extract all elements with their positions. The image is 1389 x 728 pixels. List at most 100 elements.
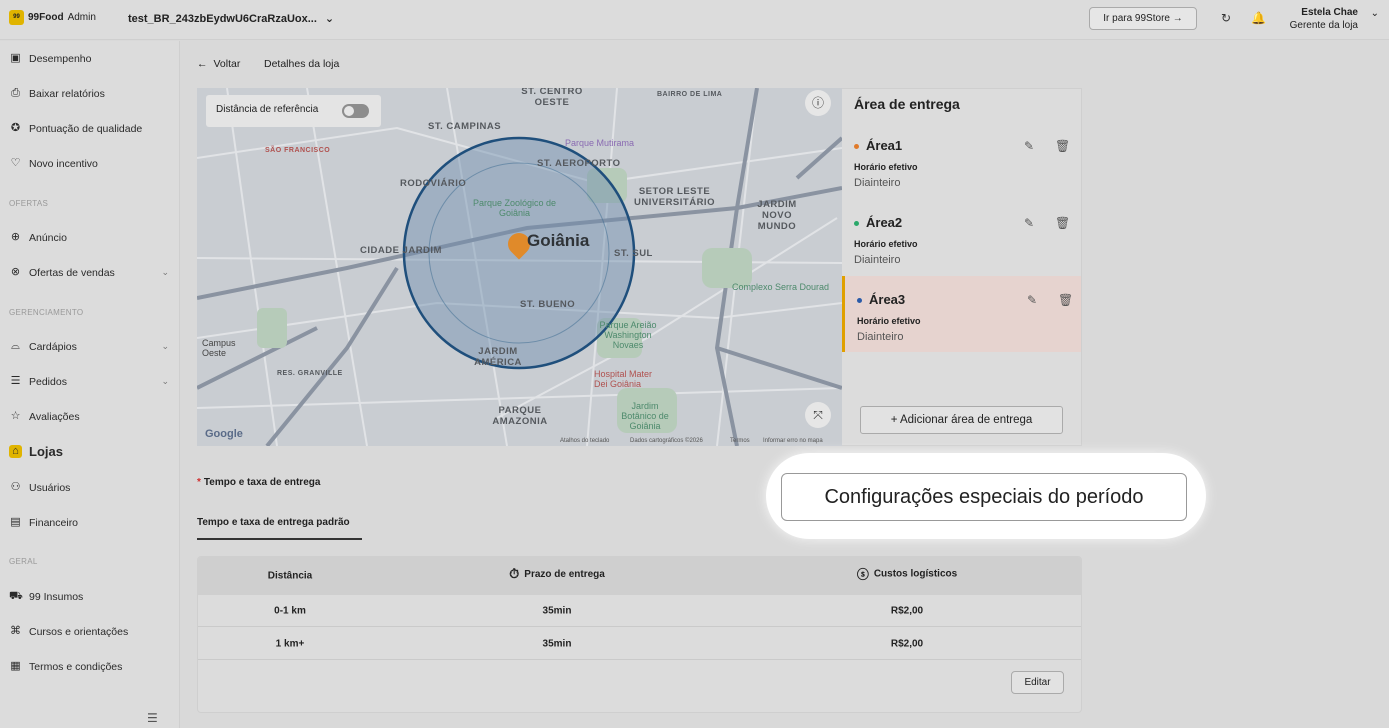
delivery-map[interactable]: Distância de referência ⓘ ⤧ ST. CENTRO O…	[197, 88, 842, 446]
cell-time: 35min	[542, 605, 572, 616]
list-icon: ☰	[10, 375, 21, 387]
header-distance: Distância	[268, 571, 312, 582]
cell-cost: R$2,00	[890, 605, 924, 616]
header-label: Prazo de entrega	[524, 568, 605, 580]
trash-icon[interactable]: 🗑	[1055, 139, 1070, 153]
document-icon: ▦	[10, 660, 21, 672]
map-label: SETOR LESTE UNIVERSITÁRIO	[634, 186, 715, 208]
logo-sub: Admin	[67, 12, 96, 23]
graduation-icon: ⌘	[10, 625, 21, 637]
sidebar-item-cardapios[interactable]: ⌓ Cardápios ⌄	[9, 340, 169, 353]
map-poi: Complexo Serra Dourad	[732, 282, 830, 292]
table-row: 0-1 km 35min R$2,00	[198, 595, 1081, 627]
map-label: SÃO FRANCISCO	[265, 147, 331, 154]
store-icon: ⌂	[9, 445, 22, 458]
sidebar-item-label: Novo incentivo	[29, 157, 98, 170]
user-role: Gerente da loja	[1289, 20, 1358, 31]
sidebar-item-desempenho[interactable]: ▣ Desempenho	[9, 52, 169, 65]
back-link[interactable]: ← Voltar	[197, 58, 240, 70]
sidebar-item-incentivo[interactable]: ♡ Novo incentivo	[9, 157, 169, 170]
trash-icon[interactable]: 🗑	[1055, 216, 1070, 230]
sidebar-section-geral: GERAL	[9, 557, 38, 566]
clock-icon: ⏱	[509, 566, 520, 582]
map-label: RODOVIÁRIO	[400, 178, 467, 189]
table-header: Distância ⏱ Prazo de entrega ⓢ Custos logí…	[198, 557, 1081, 595]
sidebar-item-label: Usuários	[29, 481, 71, 494]
sidebar-item-financeiro[interactable]: ▤ Financeiro	[9, 516, 169, 529]
sidebar-item-termos[interactable]: ▦ Termos e condições	[9, 660, 169, 673]
sidebar-item-pedidos[interactable]: ☰ Pedidos ⌄	[9, 375, 169, 388]
logo-icon: 99	[9, 10, 24, 25]
map-label: PARQUE AMAZONIA	[492, 405, 548, 427]
map-footer-link[interactable]: Termos	[730, 438, 750, 444]
sidebar-item-usuarios[interactable]: ⚇ Usuários	[9, 481, 169, 494]
sidebar-item-ofertas[interactable]: ⊗ Ofertas de vendas ⌄	[9, 266, 169, 279]
area-name: Área1	[866, 138, 903, 153]
area-color-dot	[857, 298, 862, 303]
sidebar-item-anuncio[interactable]: ⊕ Anúncio	[9, 231, 169, 244]
sidebar-item-qualidade[interactable]: ✪ Pontuação de qualidade	[9, 122, 169, 135]
info-icon[interactable]: ⓘ	[805, 90, 831, 116]
dollar-icon: ⓢ	[856, 567, 869, 582]
sidebar-item-insumos[interactable]: ⛟ 99 Insumos	[9, 590, 169, 603]
edit-button[interactable]: Editar	[1011, 671, 1064, 694]
pencil-icon[interactable]: ✎	[1027, 293, 1037, 307]
add-delivery-area-button[interactable]: + Adicionar área de entrega	[860, 406, 1063, 434]
area-item[interactable]: Área2 Horário efetivo Diainteiro ✎ 🗑	[842, 199, 1081, 275]
store-selector[interactable]: test_BR_243zbEydwU6CraRzaUox... ⌄	[128, 12, 334, 26]
map-footer-link[interactable]: Informar erro no mapa	[763, 438, 823, 444]
chart-icon: ▣	[10, 52, 21, 64]
user-name: Estela Chae	[1301, 7, 1358, 18]
fullscreen-icon[interactable]: ⤧	[805, 402, 831, 428]
area-hours-value: Diainteiro	[857, 331, 904, 343]
pencil-icon[interactable]: ✎	[1024, 139, 1034, 153]
map-poi: Parque Areião Washington Novaes	[599, 320, 657, 350]
table-row: 1 km+ 35min R$2,00	[198, 628, 1081, 660]
area-item[interactable]: Área1 Horário efetivo Diainteiro ✎ 🗑	[842, 122, 1081, 198]
area-item-selected[interactable]: Área3 Horário efetivo Diainteiro ✎ 🗑	[842, 276, 1081, 352]
sidebar-item-relatorios[interactable]: ⎙ Baixar relatórios	[9, 87, 169, 100]
area-hours-value: Diainteiro	[854, 254, 901, 266]
collapse-sidebar-icon[interactable]: ☰	[147, 711, 158, 725]
map-label: BAIRRO DE LIMA	[657, 91, 723, 98]
tab-default-delivery[interactable]: Tempo e taxa de entrega padrão	[197, 517, 362, 540]
pencil-icon[interactable]: ✎	[1024, 216, 1034, 230]
sidebar-item-lojas[interactable]: ⌂ Lojas	[9, 444, 169, 459]
top-bar: 99 99Food Admin test_BR_243zbEydwU6CraRz…	[0, 0, 1389, 40]
map-label: ST. BUENO	[520, 299, 576, 310]
chevron-down-icon[interactable]: ⌄	[1371, 8, 1379, 19]
map-label: RES. GRANVILLE	[277, 370, 343, 377]
bell-icon[interactable]: 🔔	[1251, 11, 1266, 25]
users-icon: ⚇	[10, 481, 21, 493]
reference-distance-label: Distância de referência	[216, 104, 319, 115]
trash-icon[interactable]: 🗑	[1058, 293, 1073, 307]
sidebar-item-label: 99 Insumos	[29, 590, 84, 603]
map-footer-link[interactable]: Atalhos do teclado	[560, 438, 609, 444]
map-label: ST. CAMPINAS	[428, 121, 502, 132]
cell-distance: 1 km+	[275, 638, 305, 649]
cloche-icon: ⌓	[11, 340, 20, 352]
user-menu[interactable]: Estela Chae Gerente da loja	[1290, 6, 1358, 32]
map-poi: Hospital Mater Dei Goiânia	[594, 369, 653, 389]
sidebar-section-gerenciamento: GERENCIAMENTO	[9, 308, 84, 317]
header-delivery-time: ⏱ Prazo de entrega	[509, 566, 605, 582]
go-to-store-button[interactable]: Ir para 99Store →	[1089, 7, 1197, 30]
area-name: Área2	[866, 215, 903, 230]
sidebar-item-avaliacoes[interactable]: ☆ Avaliações	[9, 410, 169, 423]
support-icon[interactable]: ↻	[1219, 11, 1233, 25]
map-label: JARDIM AMÉRICA	[474, 346, 522, 368]
sidebar-item-label: Desempenho	[29, 52, 92, 65]
logo-brand: 99Food	[28, 12, 64, 23]
sidebar-item-label: Avaliações	[29, 410, 80, 423]
delivery-section-text: Tempo e taxa de entrega	[203, 477, 321, 488]
logo[interactable]: 99 99Food Admin	[9, 10, 96, 25]
sidebar-item-cursos[interactable]: ⌘ Cursos e orientações	[9, 625, 169, 638]
arrow-left-icon: ←	[197, 58, 208, 70]
delivery-section-label: * Tempo e taxa de entrega	[197, 477, 320, 488]
special-period-settings-button[interactable]: Configurações especiais do período	[781, 473, 1187, 521]
reference-distance-toggle[interactable]	[342, 104, 369, 118]
sidebar-item-label: Pontuação de qualidade	[29, 122, 143, 135]
required-asterisk: *	[197, 477, 201, 488]
back-label: Voltar	[213, 58, 241, 70]
map-footer-link: Dados cartográficos ©2026	[630, 438, 703, 444]
